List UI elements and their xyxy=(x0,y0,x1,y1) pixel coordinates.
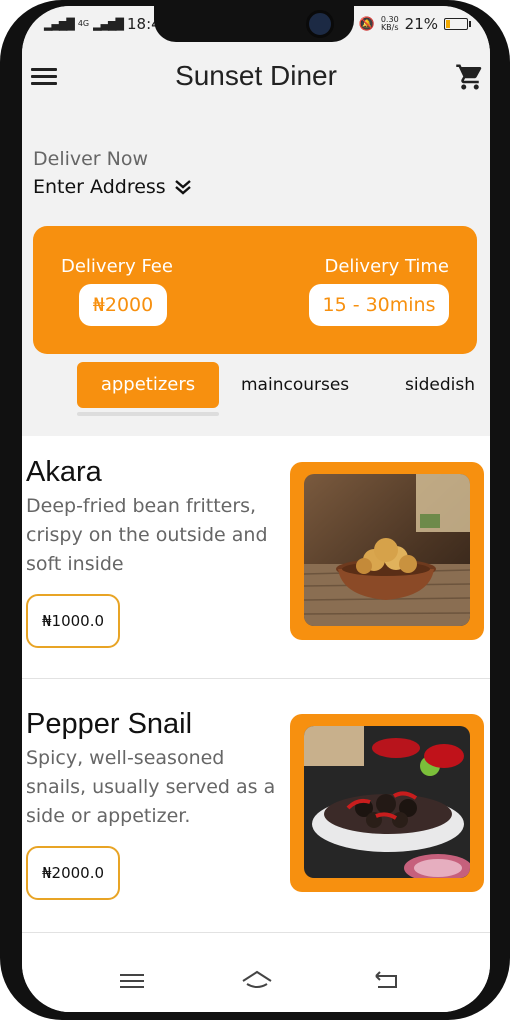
double-chevron-down-icon xyxy=(174,180,191,195)
app-header: Sunset Diner xyxy=(22,56,490,96)
mute-icon: 🔕 xyxy=(358,16,375,32)
item-description: Deep-fried bean fritters, crispy on the … xyxy=(26,495,268,575)
delivery-time-label: Delivery Time xyxy=(324,256,450,277)
front-camera xyxy=(306,10,334,38)
item-divider xyxy=(22,932,490,933)
tab-indicator xyxy=(77,412,219,416)
network-type: 4G xyxy=(77,19,90,28)
signal-icon: ▂▄▆█ xyxy=(44,17,75,31)
data-speed-unit: KB/s xyxy=(380,23,399,32)
nav-back-icon[interactable] xyxy=(372,970,402,992)
app-screen: ▂▄▆█ 4G ▂▄▆█ 18:41 ▶ ⏰ 🔕 0.30KB/s 21% Su… xyxy=(22,6,490,1012)
item-price-button[interactable]: ₦1000.0 xyxy=(26,594,121,648)
menu-item-pepper-snail[interactable]: Pepper Snail Spicy, well-seasoned snails… xyxy=(22,688,490,940)
shopping-cart-icon[interactable] xyxy=(454,62,486,92)
item-description: Spicy, well-seasoned snails, usually ser… xyxy=(26,747,276,827)
battery-fill xyxy=(446,20,450,28)
address-selector[interactable]: Enter Address xyxy=(33,176,192,198)
delivery-time-value: 15 - 30mins xyxy=(309,284,449,326)
page-title: Sunset Diner xyxy=(175,60,337,91)
nav-home-icon[interactable] xyxy=(240,970,274,992)
nav-menu-icon[interactable] xyxy=(117,970,147,992)
address-text: Enter Address xyxy=(33,176,166,198)
akara-bowl-photo xyxy=(304,474,470,626)
delivery-info-card: Delivery Fee Delivery Time ₦2000 15 - 30… xyxy=(33,226,477,354)
signal-icon-2: ▂▄▆█ xyxy=(93,17,124,31)
tab-maincourses[interactable]: maincourses xyxy=(241,362,349,408)
system-nav-bar xyxy=(22,950,490,1012)
menu-item-akara[interactable]: Akara Deep-fried bean fritters, crispy o… xyxy=(22,436,490,688)
pepper-snail-photo xyxy=(304,726,470,878)
data-speed: 0.30 KB/s xyxy=(381,16,399,32)
camera-notch xyxy=(154,6,354,42)
item-image-frame[interactable] xyxy=(290,714,484,892)
battery-percent: 21% xyxy=(404,15,438,33)
item-name: Akara xyxy=(26,456,102,488)
battery-icon xyxy=(444,18,471,30)
item-image-frame[interactable] xyxy=(290,462,484,640)
tab-appetizers[interactable]: appetizers xyxy=(77,362,219,408)
item-divider xyxy=(22,678,490,679)
item-name: Pepper Snail xyxy=(26,708,193,740)
phone-frame: ▂▄▆█ 4G ▂▄▆█ 18:41 ▶ ⏰ 🔕 0.30KB/s 21% Su… xyxy=(0,0,510,1020)
item-price-button[interactable]: ₦2000.0 xyxy=(26,846,121,900)
category-tabs: appetizers maincourses sidedish xyxy=(22,362,490,416)
delivery-fee-value: ₦2000 xyxy=(79,284,167,326)
delivery-fee-label: Delivery Fee xyxy=(61,256,173,277)
tab-sidedish[interactable]: sidedish xyxy=(405,362,475,408)
deliver-now-label: Deliver Now xyxy=(33,148,149,170)
